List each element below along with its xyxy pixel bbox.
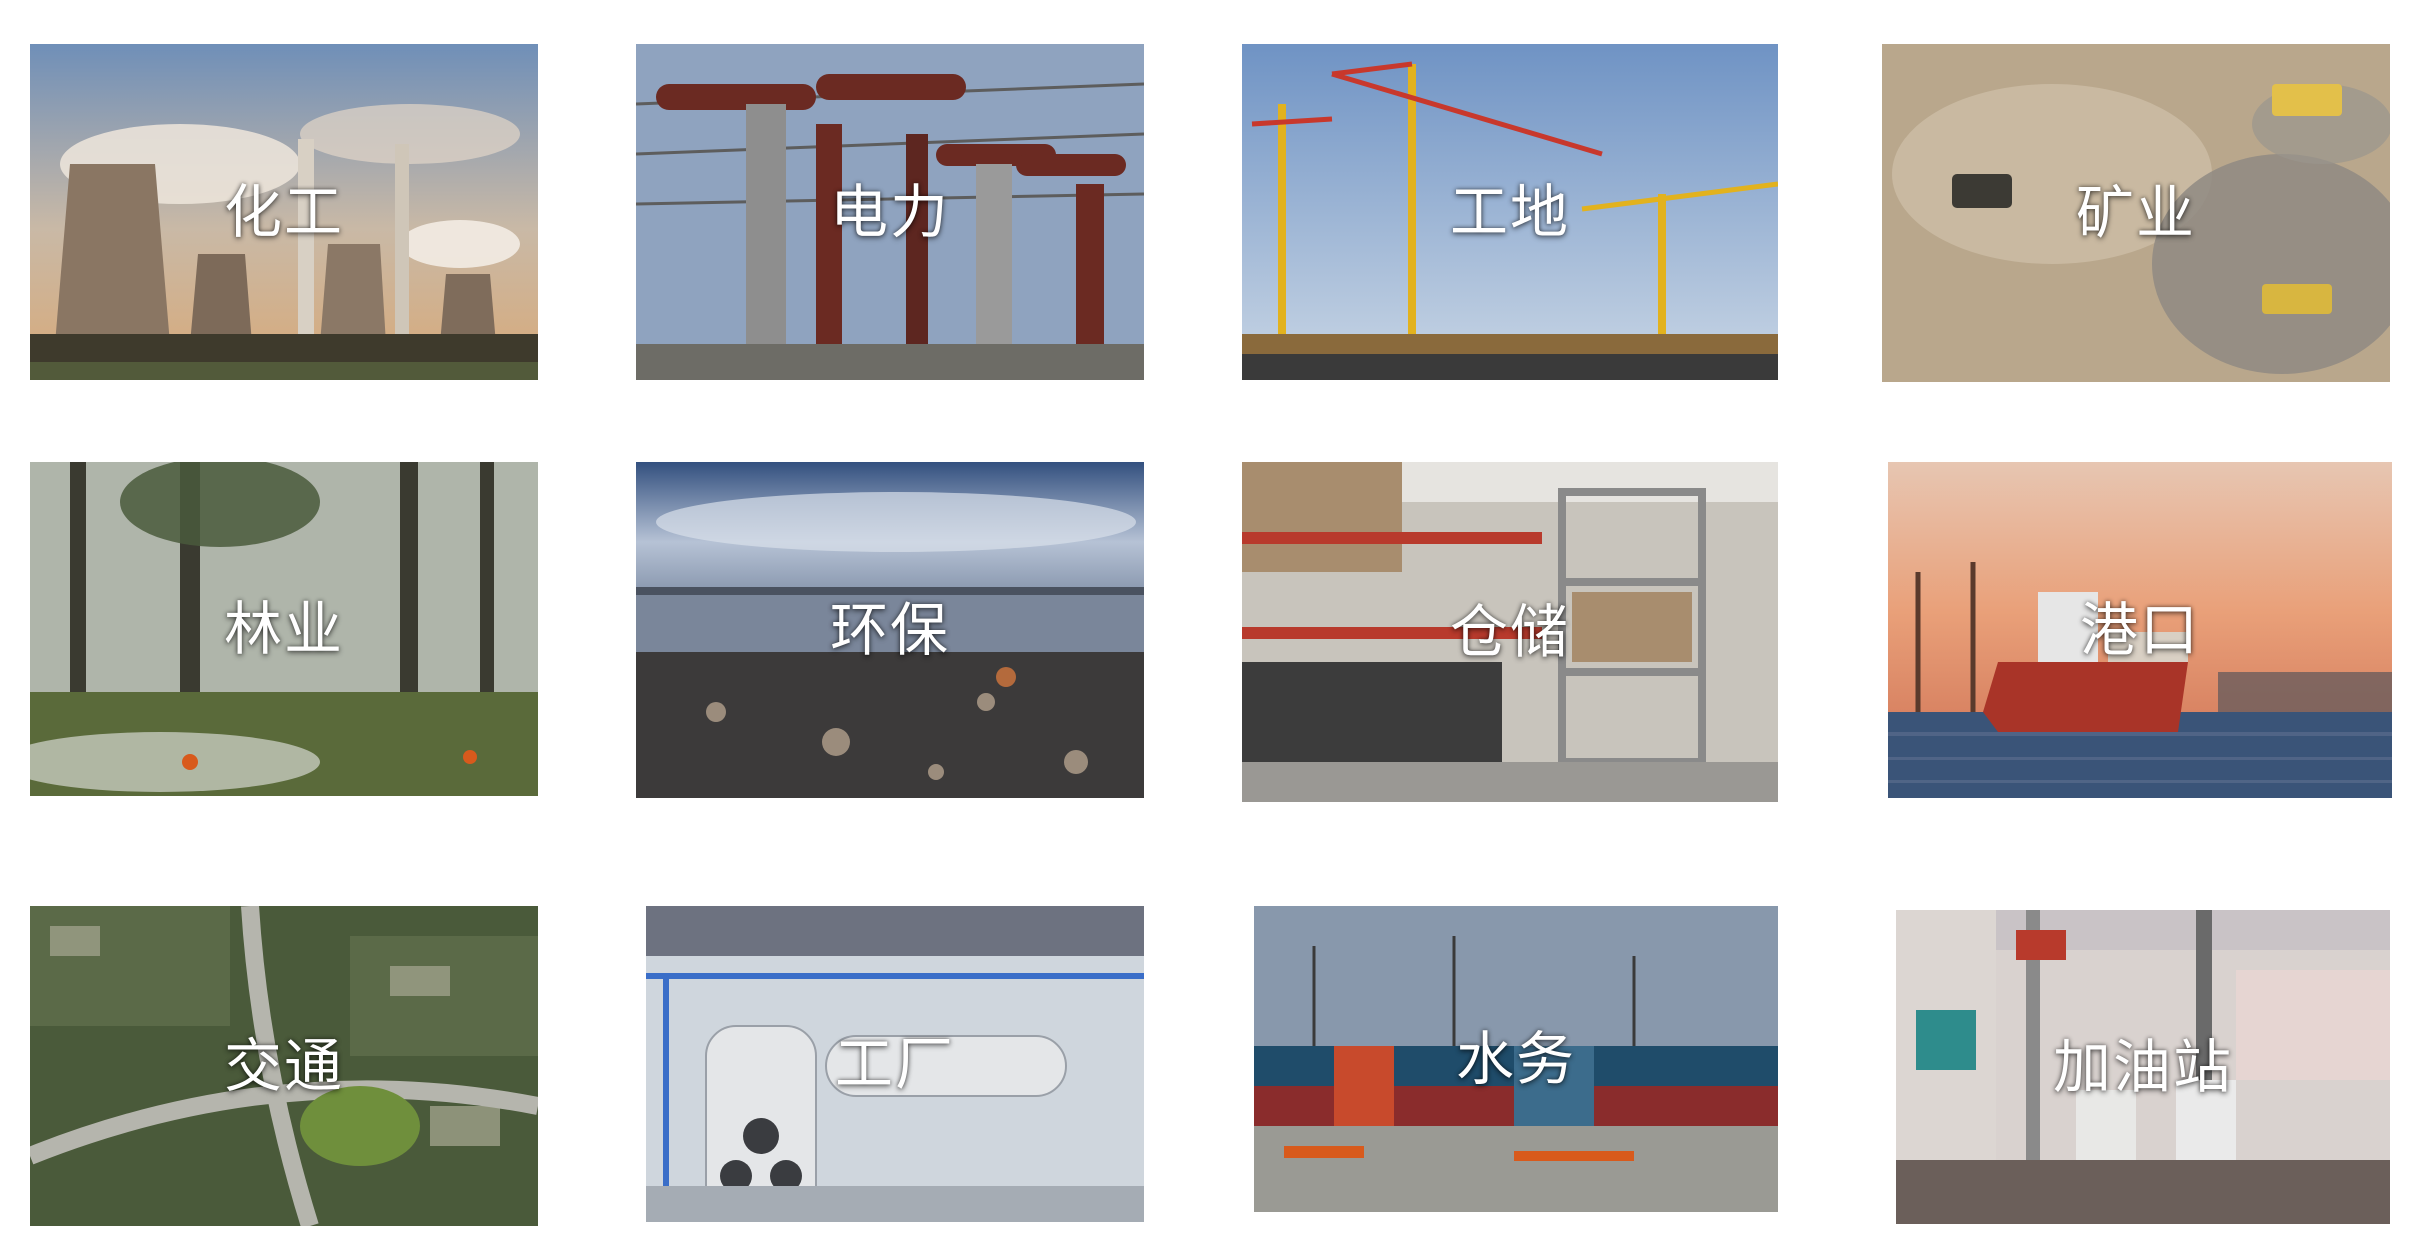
industry-tile-mining[interactable]: 矿业 bbox=[1882, 44, 2390, 382]
warehouse-image bbox=[1242, 462, 1778, 802]
power-substation-image bbox=[636, 44, 1144, 380]
industry-tile-gas-station[interactable]: 加油站 bbox=[1896, 910, 2390, 1224]
shoreline-image bbox=[636, 462, 1144, 798]
industry-tile-transport[interactable]: 交通 bbox=[30, 906, 538, 1226]
industry-tile-factory[interactable]: 工厂 bbox=[646, 906, 1144, 1222]
industry-grid: 化工 电力 工地 矿业 林业 环保 仓储 港口 交通 工厂 水务 加油站 bbox=[0, 0, 2422, 1250]
industry-tile-warehouse[interactable]: 仓储 bbox=[1242, 462, 1778, 802]
gas-station-image bbox=[1896, 910, 2390, 1224]
container-yard-image bbox=[1254, 906, 1778, 1212]
industry-tile-construction[interactable]: 工地 bbox=[1242, 44, 1778, 380]
industry-tile-power[interactable]: 电力 bbox=[636, 44, 1144, 380]
chemical-plant-image bbox=[30, 44, 538, 380]
construction-site-image bbox=[1242, 44, 1778, 380]
highway-aerial-image bbox=[30, 906, 538, 1226]
mining-site-image bbox=[1882, 44, 2390, 382]
port-image bbox=[1888, 462, 2392, 798]
industry-tile-port[interactable]: 港口 bbox=[1888, 462, 2392, 798]
industry-tile-chemical[interactable]: 化工 bbox=[30, 44, 538, 380]
forest-image bbox=[30, 462, 538, 796]
industry-tile-forestry[interactable]: 林业 bbox=[30, 462, 538, 796]
industry-tile-environment[interactable]: 环保 bbox=[636, 462, 1144, 798]
factory-floor-image bbox=[646, 906, 1144, 1222]
industry-tile-water[interactable]: 水务 bbox=[1254, 906, 1778, 1212]
